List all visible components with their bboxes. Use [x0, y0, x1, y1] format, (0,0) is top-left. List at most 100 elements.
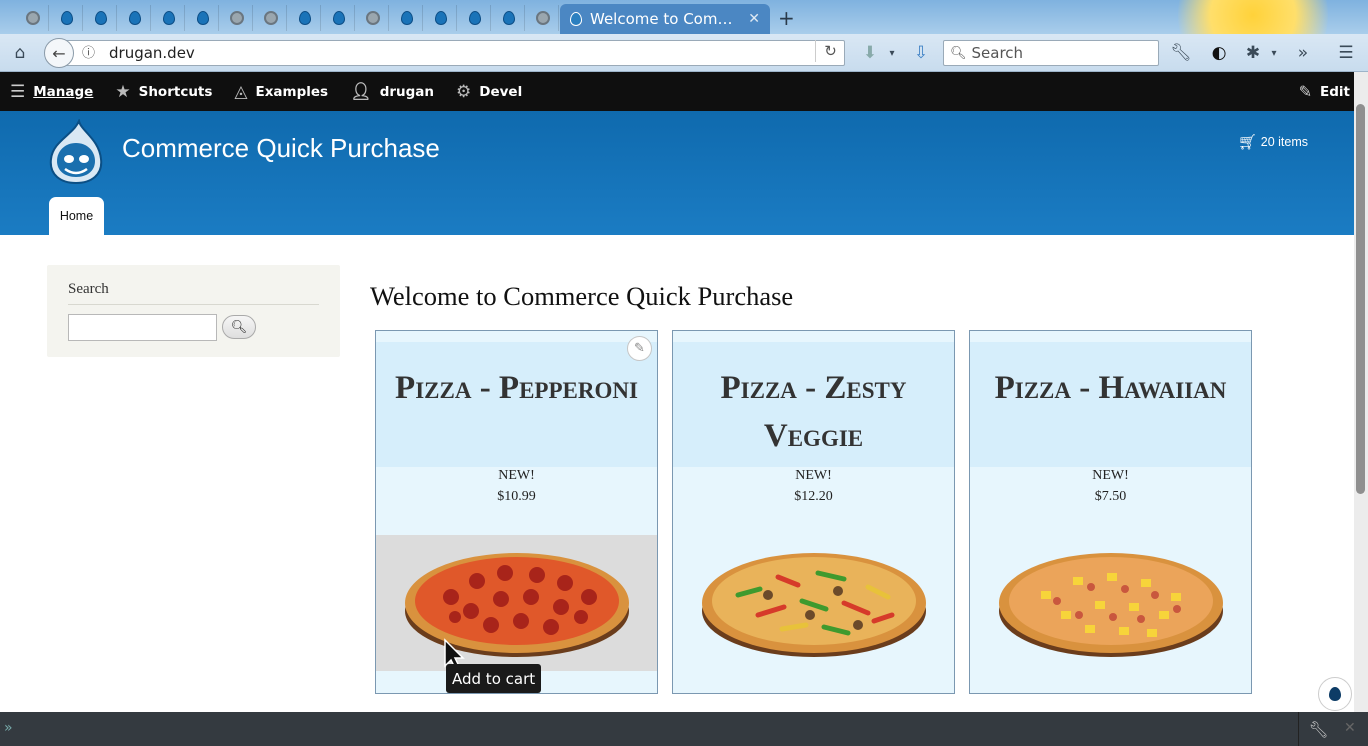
- product-title[interactable]: Pizza - Zesty Veggie: [673, 364, 954, 467]
- product-badge: NEW!: [795, 468, 832, 483]
- wrench-icon[interactable]: 🔧︎: [1169, 41, 1193, 65]
- toolbar-devel-label: Devel: [479, 83, 523, 100]
- hamburger-menu-icon[interactable]: ☰: [1334, 41, 1358, 65]
- product-image-add-to-cart[interactable]: [376, 535, 657, 671]
- theme-sun-decoration: [1178, 0, 1328, 34]
- globe-icon: [229, 11, 244, 25]
- pinned-tab[interactable]: [17, 5, 49, 31]
- product-image-add-to-cart[interactable]: [673, 535, 954, 671]
- pinned-tab[interactable]: [323, 5, 355, 31]
- product-price: $7.50: [1094, 489, 1127, 504]
- drupal-icon: [60, 11, 73, 25]
- drop-icon: ◬: [234, 81, 248, 102]
- active-tab[interactable]: Welcome to Com… ✕: [560, 4, 770, 34]
- console-prompt-icon[interactable]: »: [4, 720, 13, 736]
- toolbar-edit[interactable]: ✎ Edit: [1299, 72, 1350, 111]
- product-title[interactable]: Pizza - Pepperoni: [389, 364, 644, 467]
- globe-icon: [263, 11, 278, 25]
- drupal-icon: [468, 11, 481, 25]
- product-card[interactable]: Pizza - Pepperoni ✎ NEW! $10.99: [375, 330, 658, 694]
- toolbar-shortcuts[interactable]: ★ Shortcuts: [105, 72, 224, 111]
- product-price: $10.99: [497, 489, 536, 504]
- toolbar-examples[interactable]: ◬ Examples: [224, 72, 340, 111]
- browser-nav-bar: ⌂ drugan.dev ← ⬇ ▾ ⇩ 🔍︎ Search 🔧︎ ◐ ✱ ▾ …: [0, 34, 1368, 72]
- pizza-hawaiian-image: [998, 553, 1223, 657]
- pinned-tab[interactable]: [187, 5, 219, 31]
- pinned-tab[interactable]: [391, 5, 423, 31]
- toolbar-user[interactable]: 👤︎ drugan: [340, 72, 446, 111]
- divider: [68, 304, 319, 305]
- admin-toolbar: ☰ Manage ★ Shortcuts ◬ Examples 👤︎ druga…: [0, 72, 1368, 111]
- pinned-tab[interactable]: [493, 5, 525, 31]
- page-scrollbar-thumb[interactable]: [1356, 104, 1365, 494]
- overflow-chevron-icon[interactable]: »: [1291, 41, 1315, 65]
- browser-tab-strip: Welcome to Com… ✕ +: [0, 0, 1368, 34]
- drupal-float-button[interactable]: [1318, 677, 1352, 711]
- toolbar-user-label: drugan: [379, 83, 435, 100]
- drupal-icon: [502, 11, 515, 25]
- search-submit-button[interactable]: 🔍︎: [222, 315, 256, 339]
- drupal-icon: [434, 11, 447, 25]
- cart-icon: 🛒︎: [1237, 134, 1257, 151]
- drupal-icon: [400, 11, 413, 25]
- info-icon[interactable]: ⓘ: [82, 42, 95, 61]
- drupal-icon: [570, 12, 582, 26]
- toolbar-shortcuts-label: Shortcuts: [138, 83, 213, 100]
- new-tab-button[interactable]: +: [778, 6, 795, 30]
- pizza-veggie-image: [701, 553, 926, 657]
- close-icon[interactable]: ✕: [1344, 720, 1356, 736]
- pinned-tab[interactable]: [459, 5, 491, 31]
- pinned-tab[interactable]: [289, 5, 321, 31]
- product-title-area: Pizza - Hawaiian: [970, 342, 1251, 467]
- globe-icon: [25, 11, 40, 25]
- url-text: drugan.dev: [109, 44, 195, 62]
- site-name[interactable]: Commerce Quick Purchase: [122, 133, 440, 164]
- url-bar[interactable]: drugan.dev: [60, 40, 845, 66]
- drupal-logo[interactable]: [47, 119, 105, 185]
- user-icon: 👤︎: [350, 81, 372, 102]
- pinned-tab[interactable]: [85, 5, 117, 31]
- dropdown-arrow-icon[interactable]: ▾: [1262, 41, 1286, 65]
- product-card[interactable]: Pizza - Hawaiian NEW! $7.50: [969, 330, 1252, 694]
- wrench-icon[interactable]: 🔧︎: [1298, 712, 1338, 746]
- product-image-add-to-cart[interactable]: [970, 535, 1251, 671]
- back-button[interactable]: ←: [44, 38, 74, 68]
- search-bar[interactable]: 🔍︎ Search: [943, 40, 1159, 66]
- drupal-icon: [298, 11, 311, 25]
- close-tab-icon[interactable]: ✕: [748, 11, 760, 27]
- pinned-tab[interactable]: [119, 5, 151, 31]
- globe-icon: [535, 11, 550, 25]
- drupal-icon: [128, 11, 141, 25]
- contextual-edit-icon[interactable]: ✎: [627, 336, 652, 361]
- product-card[interactable]: Pizza - Zesty Veggie NEW! $12.20: [672, 330, 955, 694]
- hamburger-icon: ☰: [10, 81, 26, 102]
- toolbar-examples-label: Examples: [255, 83, 329, 100]
- pinned-tab[interactable]: [153, 5, 185, 31]
- drupal-icon: [332, 11, 345, 25]
- downloads-arrow-icon[interactable]: ⇩: [909, 41, 933, 65]
- toolbar-edit-label: Edit: [1320, 83, 1350, 100]
- home-icon[interactable]: ⌂: [8, 41, 32, 65]
- pinned-tab[interactable]: [255, 5, 287, 31]
- pinned-tab[interactable]: [527, 5, 559, 31]
- pinned-tab[interactable]: [357, 5, 389, 31]
- search-block-title: Search: [68, 281, 109, 297]
- toolbar-devel[interactable]: ⚙ Devel: [446, 72, 534, 111]
- dropdown-arrow-icon[interactable]: ▾: [880, 41, 904, 65]
- cart-block[interactable]: 🛒︎ 20 items: [1238, 133, 1308, 151]
- product-title[interactable]: Pizza - Hawaiian: [989, 364, 1233, 467]
- crash-test-icon[interactable]: ◐: [1207, 41, 1231, 65]
- search-input[interactable]: [68, 314, 217, 341]
- toolbar-manage[interactable]: ☰ Manage: [0, 72, 105, 111]
- globe-icon: [365, 11, 380, 25]
- download-icon[interactable]: ⬇: [858, 41, 882, 65]
- cart-count: 20 items: [1260, 135, 1308, 149]
- pinned-tab[interactable]: [51, 5, 83, 31]
- pinned-tab[interactable]: [425, 5, 457, 31]
- pinned-tab[interactable]: [221, 5, 253, 31]
- reload-icon[interactable]: ↻: [815, 40, 845, 62]
- search-block: Search 🔍︎: [47, 265, 340, 357]
- nav-tab-home[interactable]: Home: [49, 197, 104, 235]
- pencil-icon: ✎: [1298, 82, 1313, 101]
- product-title-area: Pizza - Zesty Veggie: [673, 342, 954, 467]
